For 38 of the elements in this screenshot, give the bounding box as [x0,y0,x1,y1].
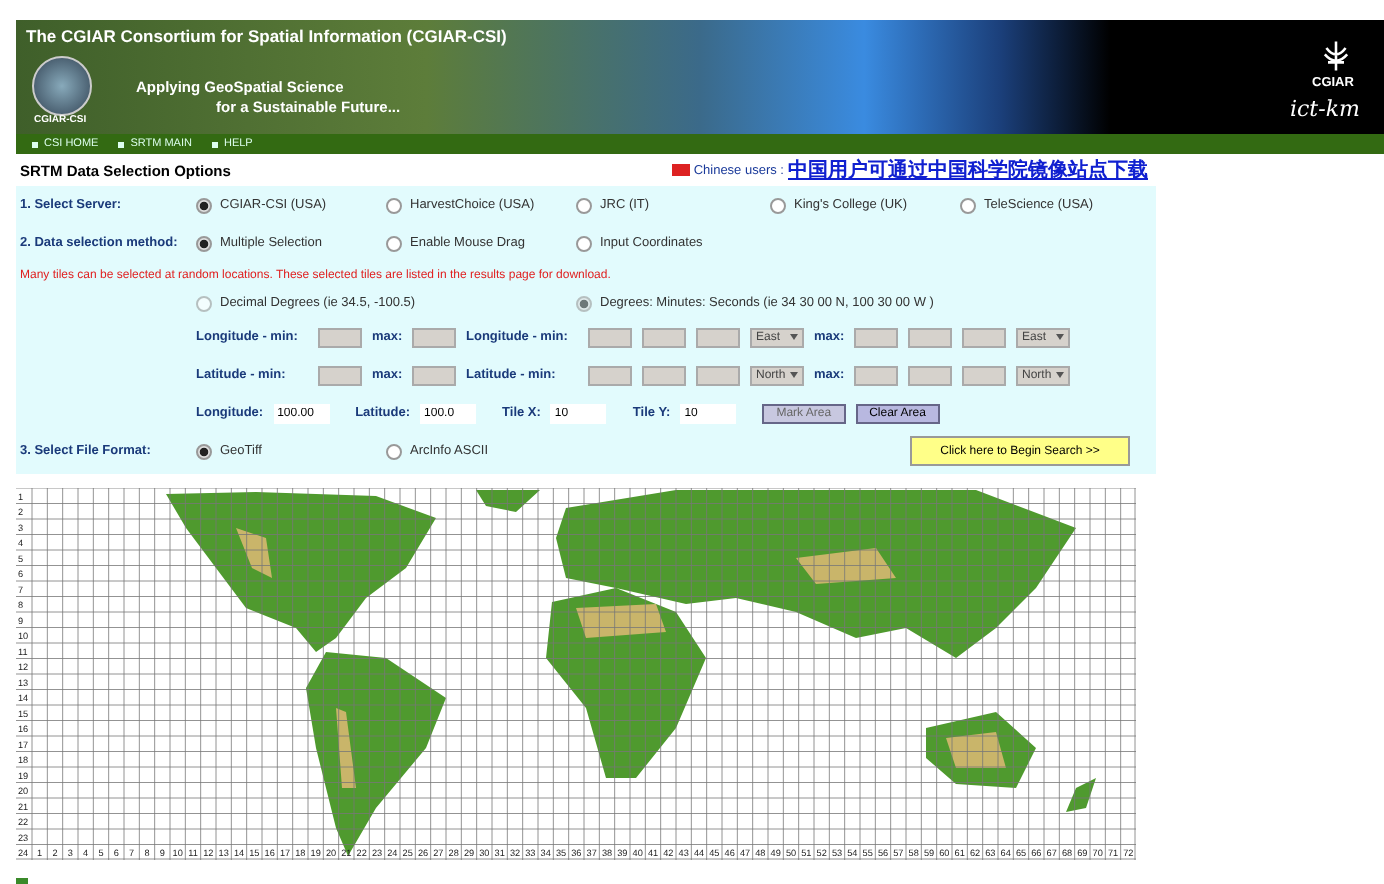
input-field[interactable] [696,365,740,385]
radio-button[interactable] [386,235,402,251]
input-field[interactable] [588,365,632,385]
radio-button[interactable] [196,295,212,311]
input-field[interactable] [642,327,686,347]
flag-icon [671,164,690,176]
input-field[interactable] [962,365,1006,385]
radio-button[interactable] [196,443,212,459]
input-field[interactable] [412,327,456,347]
radio-button[interactable] [960,197,976,213]
input-field[interactable] [588,327,632,347]
caret-icon [1056,334,1064,340]
radio-button[interactable] [576,295,592,311]
partner-tagline: ict-km [1290,96,1360,122]
input-field[interactable] [908,365,952,385]
radio-button[interactable] [196,235,212,251]
plant-logo-icon [1320,40,1352,72]
input-field[interactable] [908,327,952,347]
input-field[interactable] [854,327,898,347]
radio-button[interactable] [386,197,402,213]
mirror-link[interactable]: 中国用户可通过中国科学院镜像站点下载 [788,156,1148,184]
radio-button[interactable] [196,197,212,213]
radio-button[interactable] [770,197,786,213]
radio-button[interactable] [386,443,402,459]
input-field[interactable] [696,327,740,347]
radio-button[interactable] [576,197,592,213]
input-field[interactable] [962,327,1006,347]
globe-logo-icon [32,56,92,116]
input-field[interactable] [642,365,686,385]
caret-icon [1056,372,1064,378]
caret-icon [790,372,798,378]
site-title: The CGIAR Consortium for Spatial Information (CGIAR-CSI) [26,26,507,46]
input-field[interactable] [412,365,456,385]
radio-button[interactable] [576,235,592,251]
input-field[interactable] [318,365,362,385]
input-field[interactable] [854,365,898,385]
caret-icon [790,334,798,340]
input-field[interactable] [318,327,362,347]
